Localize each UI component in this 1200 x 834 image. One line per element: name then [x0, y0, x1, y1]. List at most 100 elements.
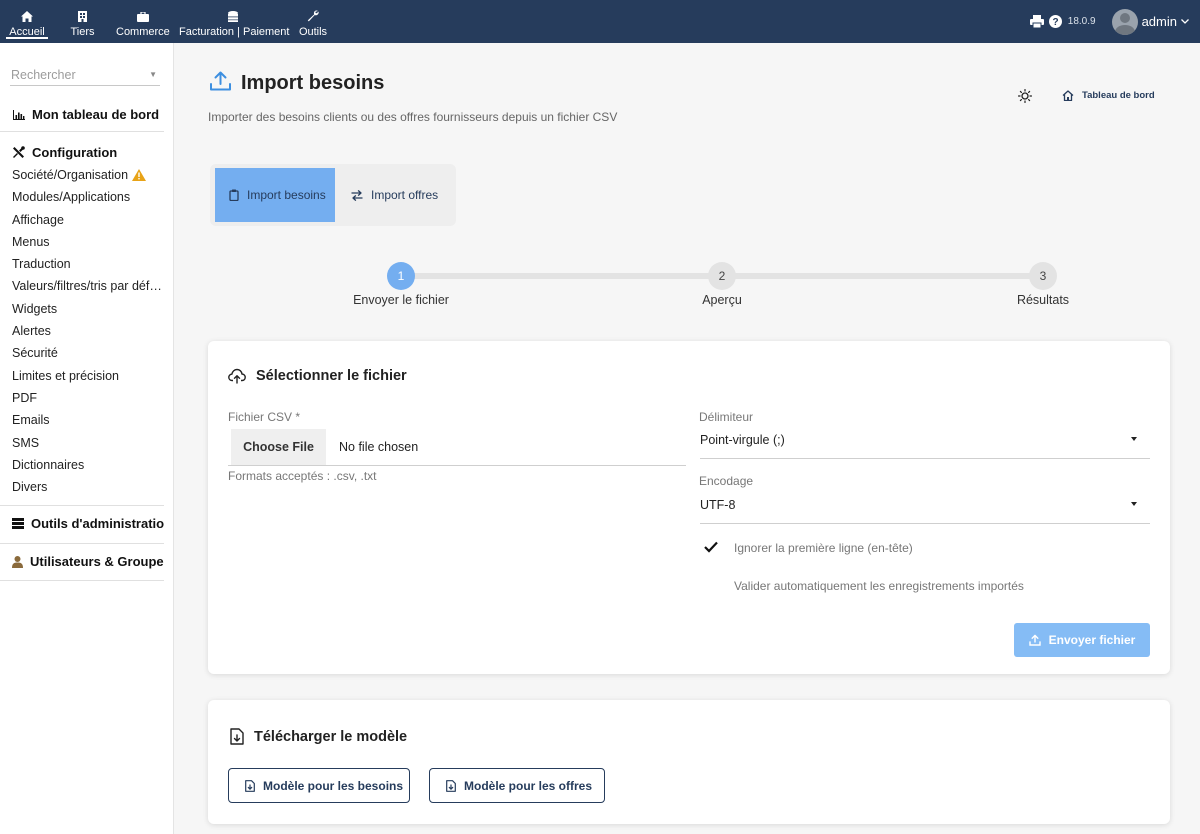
- delimiter-value: Point-virgule (;): [700, 433, 785, 447]
- topnav-commerce[interactable]: Commerce: [111, 0, 174, 43]
- sidebar-item-label: Utilisateurs & Groupes: [30, 554, 164, 569]
- sidebar-item-menus[interactable]: Menus: [12, 231, 162, 253]
- briefcase-icon: [116, 9, 169, 22]
- encoding-label: Encodage: [699, 474, 754, 488]
- sidebar-item-sms[interactable]: SMS: [12, 432, 162, 454]
- avatar[interactable]: [1111, 8, 1138, 35]
- send-file-button[interactable]: Envoyer fichier: [1014, 623, 1150, 657]
- dashboard-link[interactable]: Tableau de bord: [1062, 90, 1155, 101]
- sidebar-section-dashboard: Mon tableau de bord: [0, 96, 164, 132]
- tab-import-besoins[interactable]: Import besoins: [215, 168, 335, 222]
- step-2-circle: 2: [708, 262, 736, 290]
- page-subtitle: Importer des besoins clients ou des offr…: [208, 110, 618, 124]
- card-title-text: Télécharger le modèle: [254, 728, 408, 745]
- coins-icon: [179, 9, 287, 22]
- topnav-label: Accueil: [9, 26, 45, 38]
- svg-text:?: ?: [1052, 17, 1058, 28]
- tab-label: Import besoins: [247, 188, 326, 202]
- search-placeholder: Rechercher: [11, 68, 76, 82]
- clipboard-icon: [229, 189, 239, 201]
- skip-header-checkbox[interactable]: Ignorer la première ligne (en-tête): [704, 538, 1144, 558]
- sidebar-item-pdf[interactable]: PDF: [12, 387, 162, 409]
- formats-hint: Formats acceptés : .csv, .txt: [228, 469, 377, 483]
- chevron-down-icon[interactable]: [1181, 19, 1189, 24]
- file-download-icon: [446, 779, 456, 792]
- sidebar-item-affichage[interactable]: Affichage: [12, 209, 162, 231]
- topnav-tiers[interactable]: Tiers: [54, 0, 111, 43]
- step-3-circle: 3: [1029, 262, 1057, 290]
- upload-icon: [210, 71, 231, 96]
- print-icon[interactable]: [1029, 15, 1044, 28]
- no-file-text: No file chosen: [339, 440, 419, 454]
- top-nav: Accueil Tiers Commerce Facturation | Pai…: [0, 0, 334, 43]
- tab-label: Import offres: [371, 188, 439, 202]
- checkmark-icon: [704, 540, 718, 554]
- topnav-label: Tiers: [70, 26, 95, 38]
- sidebar-item-admin-tools[interactable]: Outils d'administration: [12, 516, 164, 531]
- auto-validate-checkbox[interactable]: Valider automatiquement les enregistreme…: [704, 576, 1144, 596]
- sidebar-item-divers[interactable]: Divers: [12, 476, 162, 498]
- sidebar-item-traduction[interactable]: Traduction: [12, 253, 162, 275]
- sidebar-section-users: Utilisateurs & Groupes: [0, 544, 164, 581]
- sidebar-item-societe[interactable]: Société/Organisation: [12, 164, 162, 186]
- caret-down-icon: [1131, 437, 1137, 441]
- sidebar-section-configuration: Configuration Société/Organisation Modul…: [0, 132, 164, 506]
- sidebar-item-label: Configuration: [32, 145, 118, 160]
- step-2-label: Aperçu: [702, 293, 742, 307]
- choose-file-button[interactable]: Choose File: [231, 429, 326, 465]
- top-right-tools: ? 18.0.9 admin: [1029, 0, 1200, 43]
- sidebar-item-emails[interactable]: Emails: [12, 409, 162, 431]
- user-icon: [12, 555, 23, 568]
- upload-card-title: Sélectionner le fichier: [228, 368, 407, 384]
- sidebar-item-widgets[interactable]: Widgets: [12, 298, 162, 320]
- encoding-select[interactable]: UTF-8: [700, 487, 1150, 524]
- caret-down-icon: ▼: [149, 70, 157, 79]
- sidebar-item-dictionnaires[interactable]: Dictionnaires: [12, 454, 162, 476]
- help-icon[interactable]: ?: [1048, 15, 1062, 28]
- search-input[interactable]: Rechercher ▼: [10, 67, 160, 86]
- encoding-value: UTF-8: [700, 498, 736, 512]
- topnav-accueil[interactable]: Accueil: [0, 0, 54, 43]
- top-bar: Accueil Tiers Commerce Facturation | Pai…: [0, 0, 1200, 43]
- sidebar-item-dashboard[interactable]: Mon tableau de bord: [12, 107, 164, 122]
- caret-down-icon: [1131, 502, 1137, 506]
- sidebar-item-users[interactable]: Utilisateurs & Groupes: [12, 554, 164, 569]
- warning-icon: [131, 166, 146, 186]
- topnav-label: Facturation | Paiement: [179, 26, 290, 38]
- delimiter-select[interactable]: Point-virgule (;): [700, 422, 1150, 459]
- username[interactable]: admin: [1142, 14, 1177, 29]
- file-download-icon: [245, 779, 255, 792]
- sidebar-item-label: Outils d'administration: [31, 516, 164, 531]
- sidebar-item-alertes[interactable]: Alertes: [12, 320, 162, 342]
- topnav-label: Outils: [298, 26, 328, 38]
- download-needs-label: Modèle pour les besoins: [263, 778, 404, 793]
- step-3-label: Résultats: [1016, 293, 1070, 307]
- import-tabs: Import besoins Import offres: [210, 164, 456, 226]
- send-file-label: Envoyer fichier: [1048, 633, 1136, 647]
- sidebar-item-valeurs-defaut[interactable]: Valeurs/filtres/tris par défaut: [12, 275, 162, 297]
- download-needs-template-button[interactable]: Modèle pour les besoins: [228, 768, 410, 803]
- dashboard-link-label: Tableau de bord: [1082, 90, 1155, 101]
- sidebar-item-limites[interactable]: Limites et précision: [12, 365, 162, 387]
- topnav-label: Commerce: [116, 26, 170, 38]
- tab-import-offres[interactable]: Import offres: [351, 168, 438, 222]
- sidebar-item-modules[interactable]: Modules/Applications: [12, 186, 162, 208]
- server-icon: [12, 518, 24, 529]
- step-1-circle: 1: [387, 262, 415, 290]
- topnav-outils[interactable]: Outils: [292, 0, 334, 43]
- file-download-icon: [230, 728, 244, 745]
- sun-icon[interactable]: [1017, 88, 1033, 108]
- cloud-upload-icon: [228, 368, 246, 384]
- csv-file-label: Fichier CSV *: [228, 410, 301, 424]
- download-offers-label: Modèle pour les offres: [464, 778, 593, 793]
- upload-card: Sélectionner le fichier Fichier CSV * Ch…: [208, 341, 1170, 674]
- card-title-text: Sélectionner le fichier: [256, 368, 407, 384]
- version-label: 18.0.9: [1067, 16, 1096, 27]
- csv-file-input[interactable]: Choose File No file chosen: [228, 429, 686, 466]
- download-offers-template-button[interactable]: Modèle pour les offres: [429, 768, 605, 803]
- sidebar-item-securite[interactable]: Sécurité: [12, 342, 162, 364]
- upload-icon: [1028, 634, 1041, 646]
- home-icon: [5, 9, 49, 22]
- sidebar-item-configuration[interactable]: Configuration: [12, 145, 164, 160]
- topnav-facturation[interactable]: Facturation | Paiement: [174, 0, 292, 43]
